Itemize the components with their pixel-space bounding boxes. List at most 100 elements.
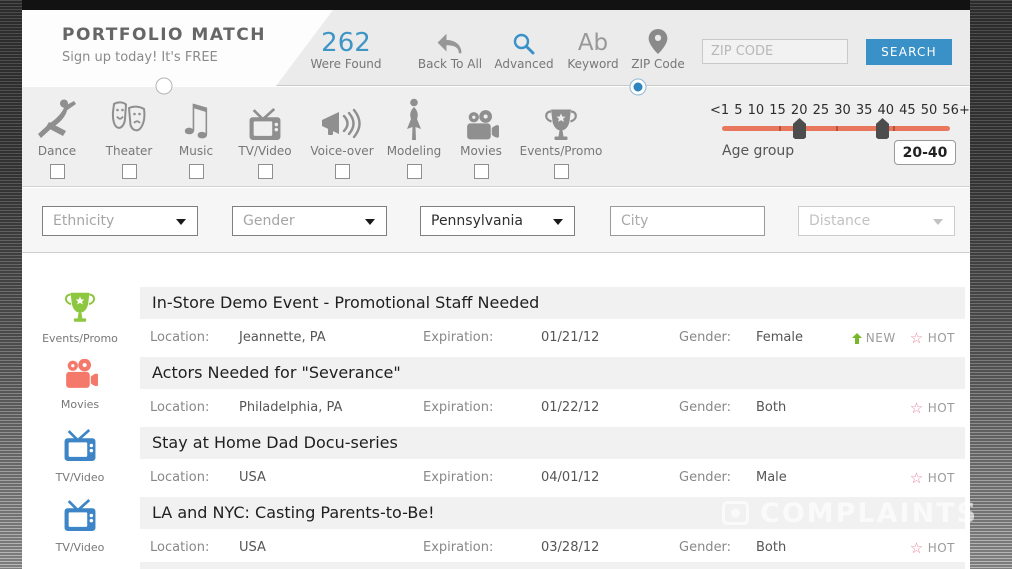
megaphone-icon <box>320 108 364 142</box>
category-modeling-checkbox[interactable] <box>407 164 422 179</box>
results-count-number: 262 <box>321 28 371 58</box>
age-tick: <1 <box>710 103 729 118</box>
new-up-arrow-icon <box>852 333 862 344</box>
gender-value: Male <box>756 459 787 497</box>
expiration-label: Expiration: <box>423 459 493 497</box>
category-movies-checkbox[interactable] <box>474 164 489 179</box>
result-title[interactable]: Actors Needed for "Severance" <box>140 357 965 389</box>
category-theater-checkbox[interactable] <box>122 164 137 179</box>
result-row: TV/Video LA and NYC: Casting Parents-to-… <box>22 497 970 567</box>
gender-label: Gender: <box>679 319 731 357</box>
state-select[interactable]: Pennsylvania <box>420 206 575 236</box>
hot-badge: ☆ HOT <box>910 459 955 497</box>
age-tick: 20 <box>791 103 808 118</box>
age-tick: 40 <box>877 103 894 118</box>
zip-code-button[interactable]: ZIP Code <box>626 10 690 86</box>
movie-camera-icon <box>61 359 99 390</box>
new-badge-label: NEW <box>866 319 896 357</box>
tv-icon <box>62 499 98 533</box>
hot-star-icon: ☆ <box>910 401 924 416</box>
gender-value: Both <box>756 389 786 427</box>
next-result-partial-bar <box>140 562 965 569</box>
new-badge: NEW <box>852 319 896 357</box>
state-selected-value: Pennsylvania <box>431 213 523 229</box>
category-dance-checkbox[interactable] <box>50 164 65 179</box>
result-details: Location: Philadelphia, PA Expiration: 0… <box>22 389 970 427</box>
result-badges: NEW ☆ HOT <box>852 319 955 357</box>
gender-placeholder: Gender <box>243 213 295 229</box>
app-window: PORTFOLIO MATCH Sign up today! It's FREE… <box>0 0 1012 569</box>
expiration-label: Expiration: <box>423 389 493 427</box>
result-row: Movies Actors Needed for "Severance" Loc… <box>22 357 970 427</box>
location-label: Location: <box>150 459 209 497</box>
result-title[interactable]: In-Store Demo Event - Promotional Staff … <box>140 287 965 319</box>
location-pin-icon <box>649 29 668 54</box>
age-group-label: Age group <box>722 143 794 159</box>
expiration-value: 01/21/12 <box>541 319 599 357</box>
hot-badge-label: HOT <box>928 389 955 427</box>
chevron-down-icon <box>933 219 943 225</box>
back-arrow-icon <box>436 32 464 55</box>
filter-bar: Ethnicity Gender Pennsylvania Distance <box>22 188 970 253</box>
age-tick: 10 <box>748 103 765 118</box>
gender-select[interactable]: Gender <box>232 206 387 236</box>
music-note-icon: ♫ <box>177 98 215 142</box>
hot-star-icon: ☆ <box>910 541 924 556</box>
category-label: Events/Promo <box>515 144 607 158</box>
tv-icon <box>247 108 283 142</box>
age-range-value: 20-40 <box>894 140 956 165</box>
expiration-value: 04/01/12 <box>541 459 599 497</box>
main-content: PORTFOLIO MATCH Sign up today! It's FREE… <box>22 10 970 569</box>
expiration-label: Expiration: <box>423 319 493 357</box>
window-top-bar <box>22 0 970 10</box>
header: PORTFOLIO MATCH Sign up today! It's FREE… <box>22 10 970 86</box>
city-input[interactable] <box>610 206 765 236</box>
expiration-value: 01/22/12 <box>541 389 599 427</box>
advanced-label: Advanced <box>494 57 553 71</box>
search-magnifier-icon <box>512 32 536 56</box>
movie-camera-icon <box>462 110 500 142</box>
keyword-ab-icon: Ab <box>578 30 608 56</box>
back-to-all-label: Back To All <box>418 57 482 71</box>
results-list: Events/Promo In-Store Demo Event - Promo… <box>22 253 970 569</box>
hot-star-icon: ☆ <box>910 331 924 346</box>
chevron-down-icon <box>176 219 186 225</box>
chevron-down-icon <box>365 219 375 225</box>
ethnicity-placeholder: Ethnicity <box>53 213 114 229</box>
category-tv-video-checkbox[interactable] <box>258 164 273 179</box>
location-value: Philadelphia, PA <box>239 389 342 427</box>
category-voice-over-checkbox[interactable] <box>335 164 350 179</box>
search-button[interactable]: SEARCH <box>866 39 952 65</box>
category-music-checkbox[interactable] <box>189 164 204 179</box>
hot-badge: ☆ HOT <box>910 319 955 357</box>
category-events-promo-checkbox[interactable] <box>554 164 569 179</box>
category-label: Movies <box>435 144 527 158</box>
hot-badge: ☆ HOT <box>910 389 955 427</box>
model-silhouette-icon <box>404 98 424 142</box>
results-count: 262 Were Found <box>301 10 391 86</box>
age-tick: 50 <box>921 103 938 118</box>
results-count-label: Were Found <box>310 57 381 71</box>
keyword-search-button[interactable]: Ab Keyword <box>559 10 627 86</box>
back-to-all-button[interactable]: Back To All <box>410 10 490 86</box>
age-slider-ticks: <1 5 10 15 20 25 30 35 40 45 50 56+ <box>710 103 970 118</box>
ethnicity-select[interactable]: Ethnicity <box>42 206 198 236</box>
result-badges: ☆ HOT <box>910 459 955 497</box>
age-range-slider[interactable] <box>722 126 950 131</box>
signup-tagline: Sign up today! It's FREE <box>62 50 266 65</box>
result-title[interactable]: LA and NYC: Casting Parents-to-Be! <box>140 497 965 529</box>
age-tick: 25 <box>813 103 830 118</box>
zip-code-input[interactable] <box>702 39 848 64</box>
result-badges: ☆ HOT <box>910 389 955 427</box>
gender-label: Gender: <box>679 459 731 497</box>
result-title[interactable]: Stay at Home Dad Docu-series <box>140 427 965 459</box>
page-title: PORTFOLIO MATCH <box>62 25 266 45</box>
zip-code-label: ZIP Code <box>631 57 685 71</box>
result-details: Location: Jeannette, PA Expiration: 01/2… <box>22 319 970 357</box>
dance-icon <box>35 98 79 142</box>
theater-masks-icon <box>109 100 149 142</box>
brand: PORTFOLIO MATCH Sign up today! It's FREE <box>62 25 266 65</box>
age-tick: 15 <box>769 103 786 118</box>
gender-label: Gender: <box>679 389 731 427</box>
advanced-search-button[interactable]: Advanced <box>488 10 560 86</box>
